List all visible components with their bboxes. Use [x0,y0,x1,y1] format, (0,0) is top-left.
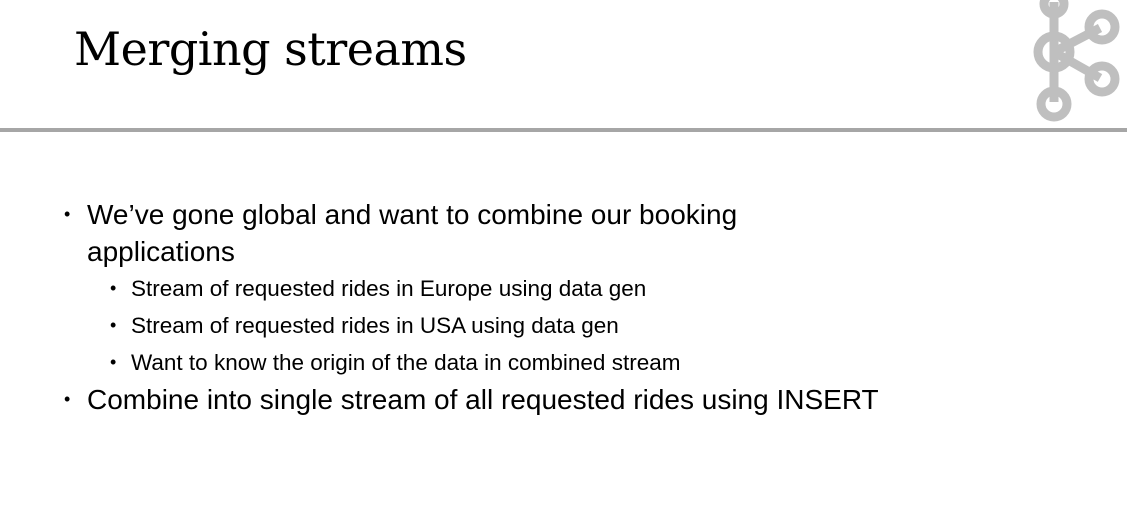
sub-bullet-item: • Want to know the origin of the data in… [64,344,884,381]
kafka-logo-icon [1033,0,1120,122]
bullet-marker: • [110,315,117,335]
sub-bullet-text: Want to know the origin of the data in c… [131,350,681,375]
bullet-marker: • [110,352,117,372]
sub-bullet-item: • Stream of requested rides in Europe us… [64,270,884,307]
bullet-text: We’ve gone global and want to combine ou… [87,199,738,267]
bullet-item: • Combine into single stream of all requ… [64,381,884,418]
sub-bullet-item: • Stream of requested rides in USA using… [64,307,884,344]
bullet-item: • We’ve gone global and want to combine … [64,196,884,270]
bullet-text: Combine into single stream of all reques… [87,384,879,415]
bullet-marker: • [64,204,71,224]
sub-bullet-text: Stream of requested rides in USA using d… [131,313,619,338]
sub-bullet-text: Stream of requested rides in Europe usin… [131,276,647,301]
slide: Merging streams • We’ve gone global and … [0,0,1127,510]
bullet-marker: • [64,389,71,409]
title-divider [0,128,1127,132]
bullet-list: • We’ve gone global and want to combine … [64,196,884,418]
slide-title: Merging streams [74,22,467,76]
bullet-marker: • [110,278,117,298]
